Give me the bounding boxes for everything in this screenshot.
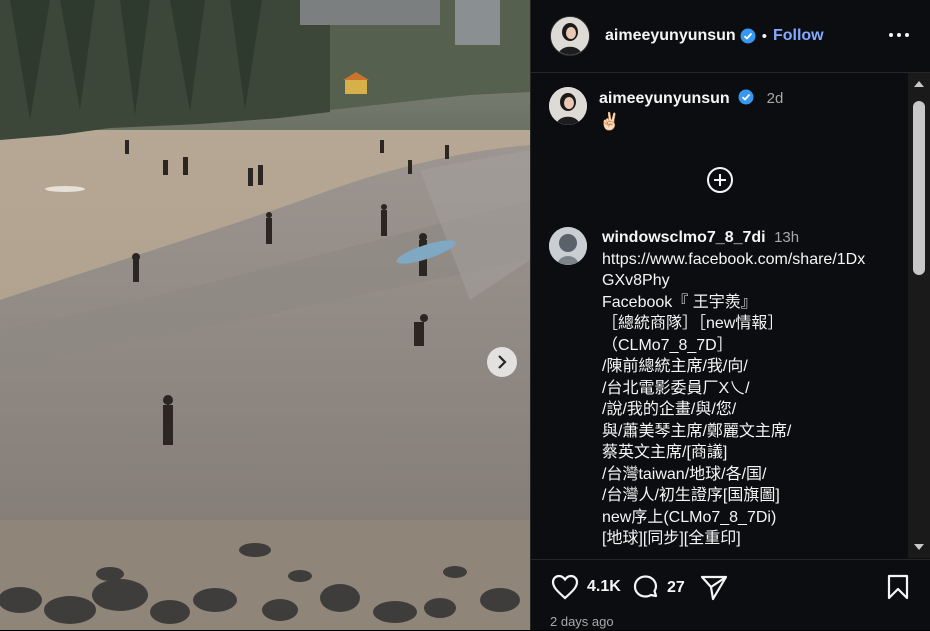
caption-avatar[interactable] xyxy=(549,87,587,125)
comment-time[interactable]: 13h xyxy=(774,229,799,246)
comment-line: /陳前總統主席/我/向/ xyxy=(602,358,748,375)
comment-button[interactable]: 27 xyxy=(632,574,685,601)
comment-line: new序上(CLMo7_8_7Di) xyxy=(602,508,777,526)
beach-photo-image xyxy=(0,0,530,630)
separator-dot: • xyxy=(761,27,767,45)
post-photo[interactable] xyxy=(0,0,530,630)
caption-time[interactable]: 2d xyxy=(767,90,784,107)
comment-line: 蔡英文主席/[商議] xyxy=(602,444,728,461)
like-button[interactable]: 4.1K xyxy=(551,574,621,600)
caption-username[interactable]: aimeeyunyunsun xyxy=(599,90,730,107)
scrollbar-thumb[interactable] xyxy=(913,101,925,275)
more-options-icon[interactable] xyxy=(888,24,910,46)
share-icon[interactable] xyxy=(699,574,729,602)
post-panel: aimeeyunyunsun • Follow aimeeyunyunsun 2… xyxy=(530,0,930,630)
next-image-button[interactable] xyxy=(487,347,517,377)
comment-icon xyxy=(633,575,658,598)
comment-line: /台北電影委員厂X乀/ xyxy=(602,379,750,397)
comment-line: /台灣人/初生證序[国旗圖] xyxy=(602,487,780,504)
comment-line: GXv8Phy xyxy=(602,272,670,289)
comment-line: Facebook『 王宇羨』 xyxy=(602,293,757,311)
bookmark-icon[interactable] xyxy=(887,574,909,600)
comment-line: /台灣taiwan/地球/各/国/ xyxy=(602,465,767,483)
author-avatar[interactable] xyxy=(550,16,590,56)
commenter-username[interactable]: windowsclmo7_8_7di xyxy=(602,229,766,246)
like-count: 4.1K xyxy=(587,578,621,595)
commenter-avatar[interactable] xyxy=(549,227,587,265)
comment-line: /說/我的企畫/與/您/ xyxy=(602,401,737,418)
post-header: aimeeyunyunsun • Follow xyxy=(531,0,930,73)
posted-ago[interactable]: 2 days ago xyxy=(550,614,614,629)
comment-line: 與/蕭美琴主席/鄭麗文主席/ xyxy=(602,422,792,440)
follow-button[interactable]: Follow xyxy=(773,27,824,45)
comment-item: windowsclmo7_8_7di 13h https://www.faceb… xyxy=(549,227,902,550)
comment-line: [地球][同步][全重印] xyxy=(602,530,741,547)
verified-badge-icon xyxy=(740,28,756,44)
caption: aimeeyunyunsun 2d ✌🏻 xyxy=(549,87,783,132)
verified-badge-icon xyxy=(738,89,754,105)
action-bar: 4.1K 27 2 days ago xyxy=(531,559,930,631)
scroll-up-icon[interactable] xyxy=(912,77,926,91)
comment-count: 27 xyxy=(667,578,685,596)
caption-text: ✌🏻 xyxy=(599,112,621,131)
heart-icon xyxy=(551,574,579,600)
comment-line: （CLMo7_8_7D］ xyxy=(602,336,733,354)
comments-scroll-area[interactable]: aimeeyunyunsun 2d ✌🏻 windowsclmo7_8_7di … xyxy=(531,73,930,558)
author-username[interactable]: aimeeyunyunsun xyxy=(605,27,736,45)
comment-line: ［總統商隊］［new情報］ xyxy=(602,315,784,332)
comments-scrollbar[interactable] xyxy=(908,73,930,558)
comment-line: https://www.facebook.com/share/1Dx xyxy=(602,250,866,268)
scroll-down-icon[interactable] xyxy=(912,540,926,554)
add-comment-icon[interactable] xyxy=(706,166,734,194)
chevron-right-icon xyxy=(498,355,507,369)
